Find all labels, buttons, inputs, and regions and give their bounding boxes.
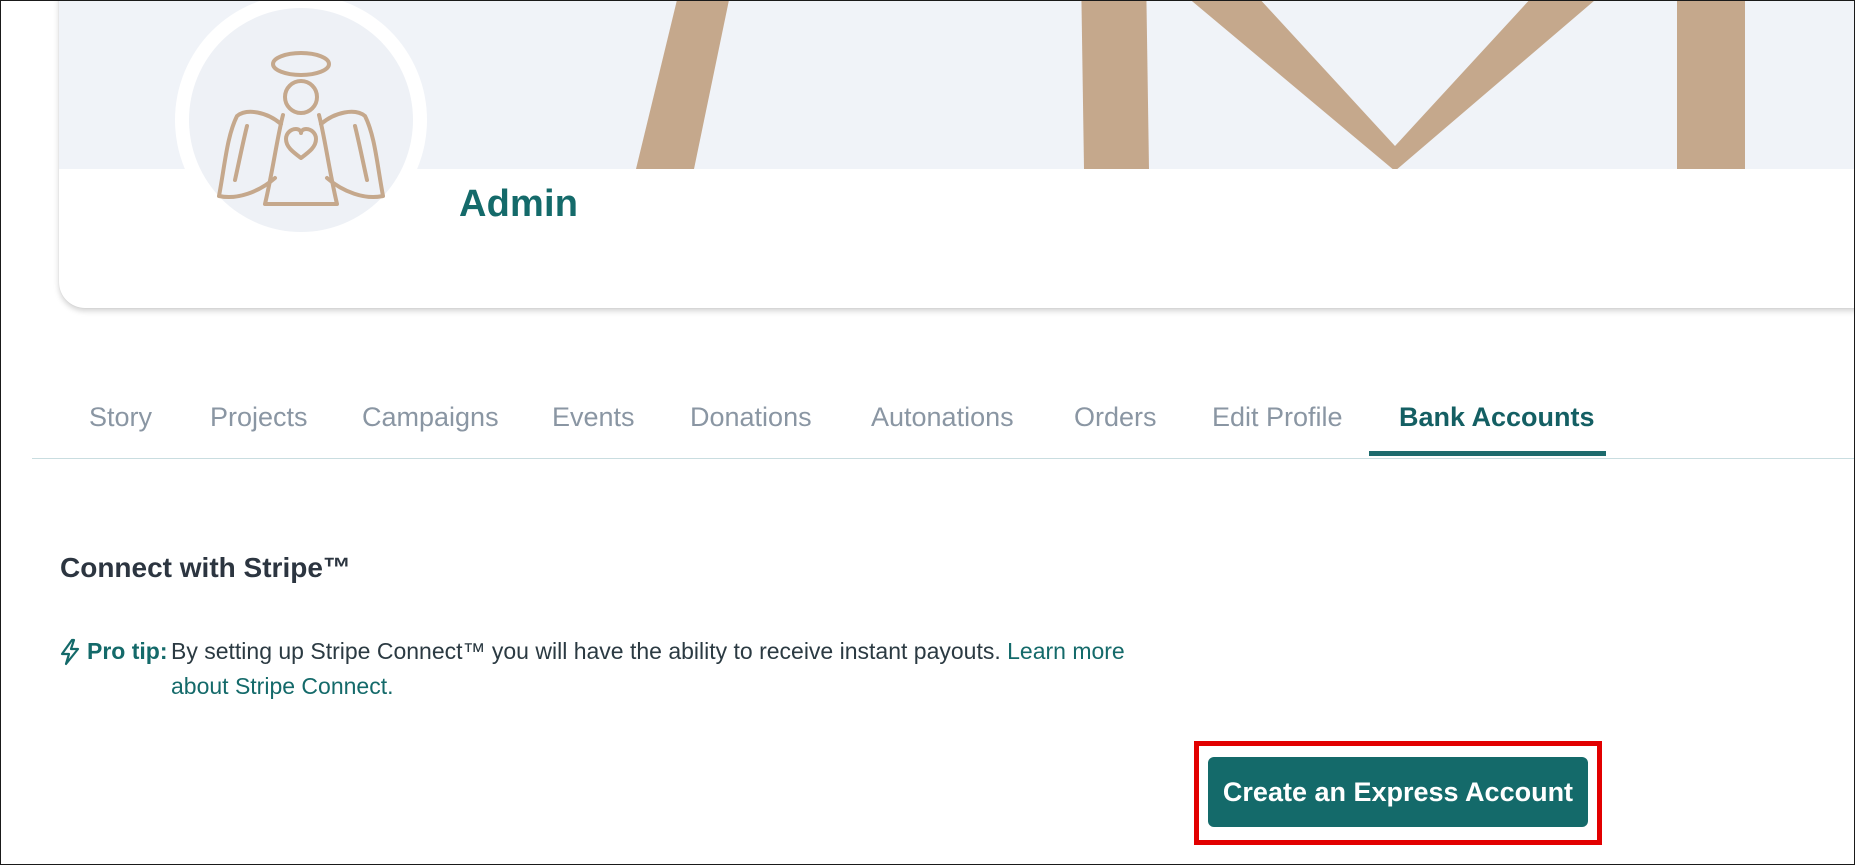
pro-tip-label: Pro tip: <box>87 638 168 664</box>
profile-card: Admin <box>59 1 1854 308</box>
tab-bank-accounts[interactable]: Bank Accounts <box>1399 366 1595 458</box>
tab-story[interactable]: Story <box>89 366 152 458</box>
tab-campaigns[interactable]: Campaigns <box>362 366 499 458</box>
tab-donations[interactable]: Donations <box>690 366 812 458</box>
pro-tip-text-block: By setting up Stripe Connect™ you will h… <box>171 634 1171 704</box>
create-express-account-button[interactable]: Create an Express Account <box>1208 757 1588 827</box>
profile-tabs: Story Projects Campaigns Events Donation… <box>32 366 1854 459</box>
tab-edit-profile[interactable]: Edit Profile <box>1212 366 1343 458</box>
pro-tip-text: By setting up Stripe Connect™ you will h… <box>171 638 1001 664</box>
page-frame: Admin Story Projects Campaigns Events Do… <box>0 0 1855 865</box>
avatar <box>175 1 427 246</box>
tab-autonations[interactable]: Autonations <box>871 366 1014 458</box>
tab-events[interactable]: Events <box>552 366 635 458</box>
tab-orders[interactable]: Orders <box>1074 366 1157 458</box>
stripe-section-title: Connect with Stripe™ <box>60 552 351 583</box>
active-tab-indicator <box>1369 451 1606 456</box>
profile-name: Admin <box>459 183 579 225</box>
lightning-bolt-icon <box>60 638 80 666</box>
angel-heart-icon <box>217 51 385 206</box>
tab-projects[interactable]: Projects <box>210 366 308 458</box>
